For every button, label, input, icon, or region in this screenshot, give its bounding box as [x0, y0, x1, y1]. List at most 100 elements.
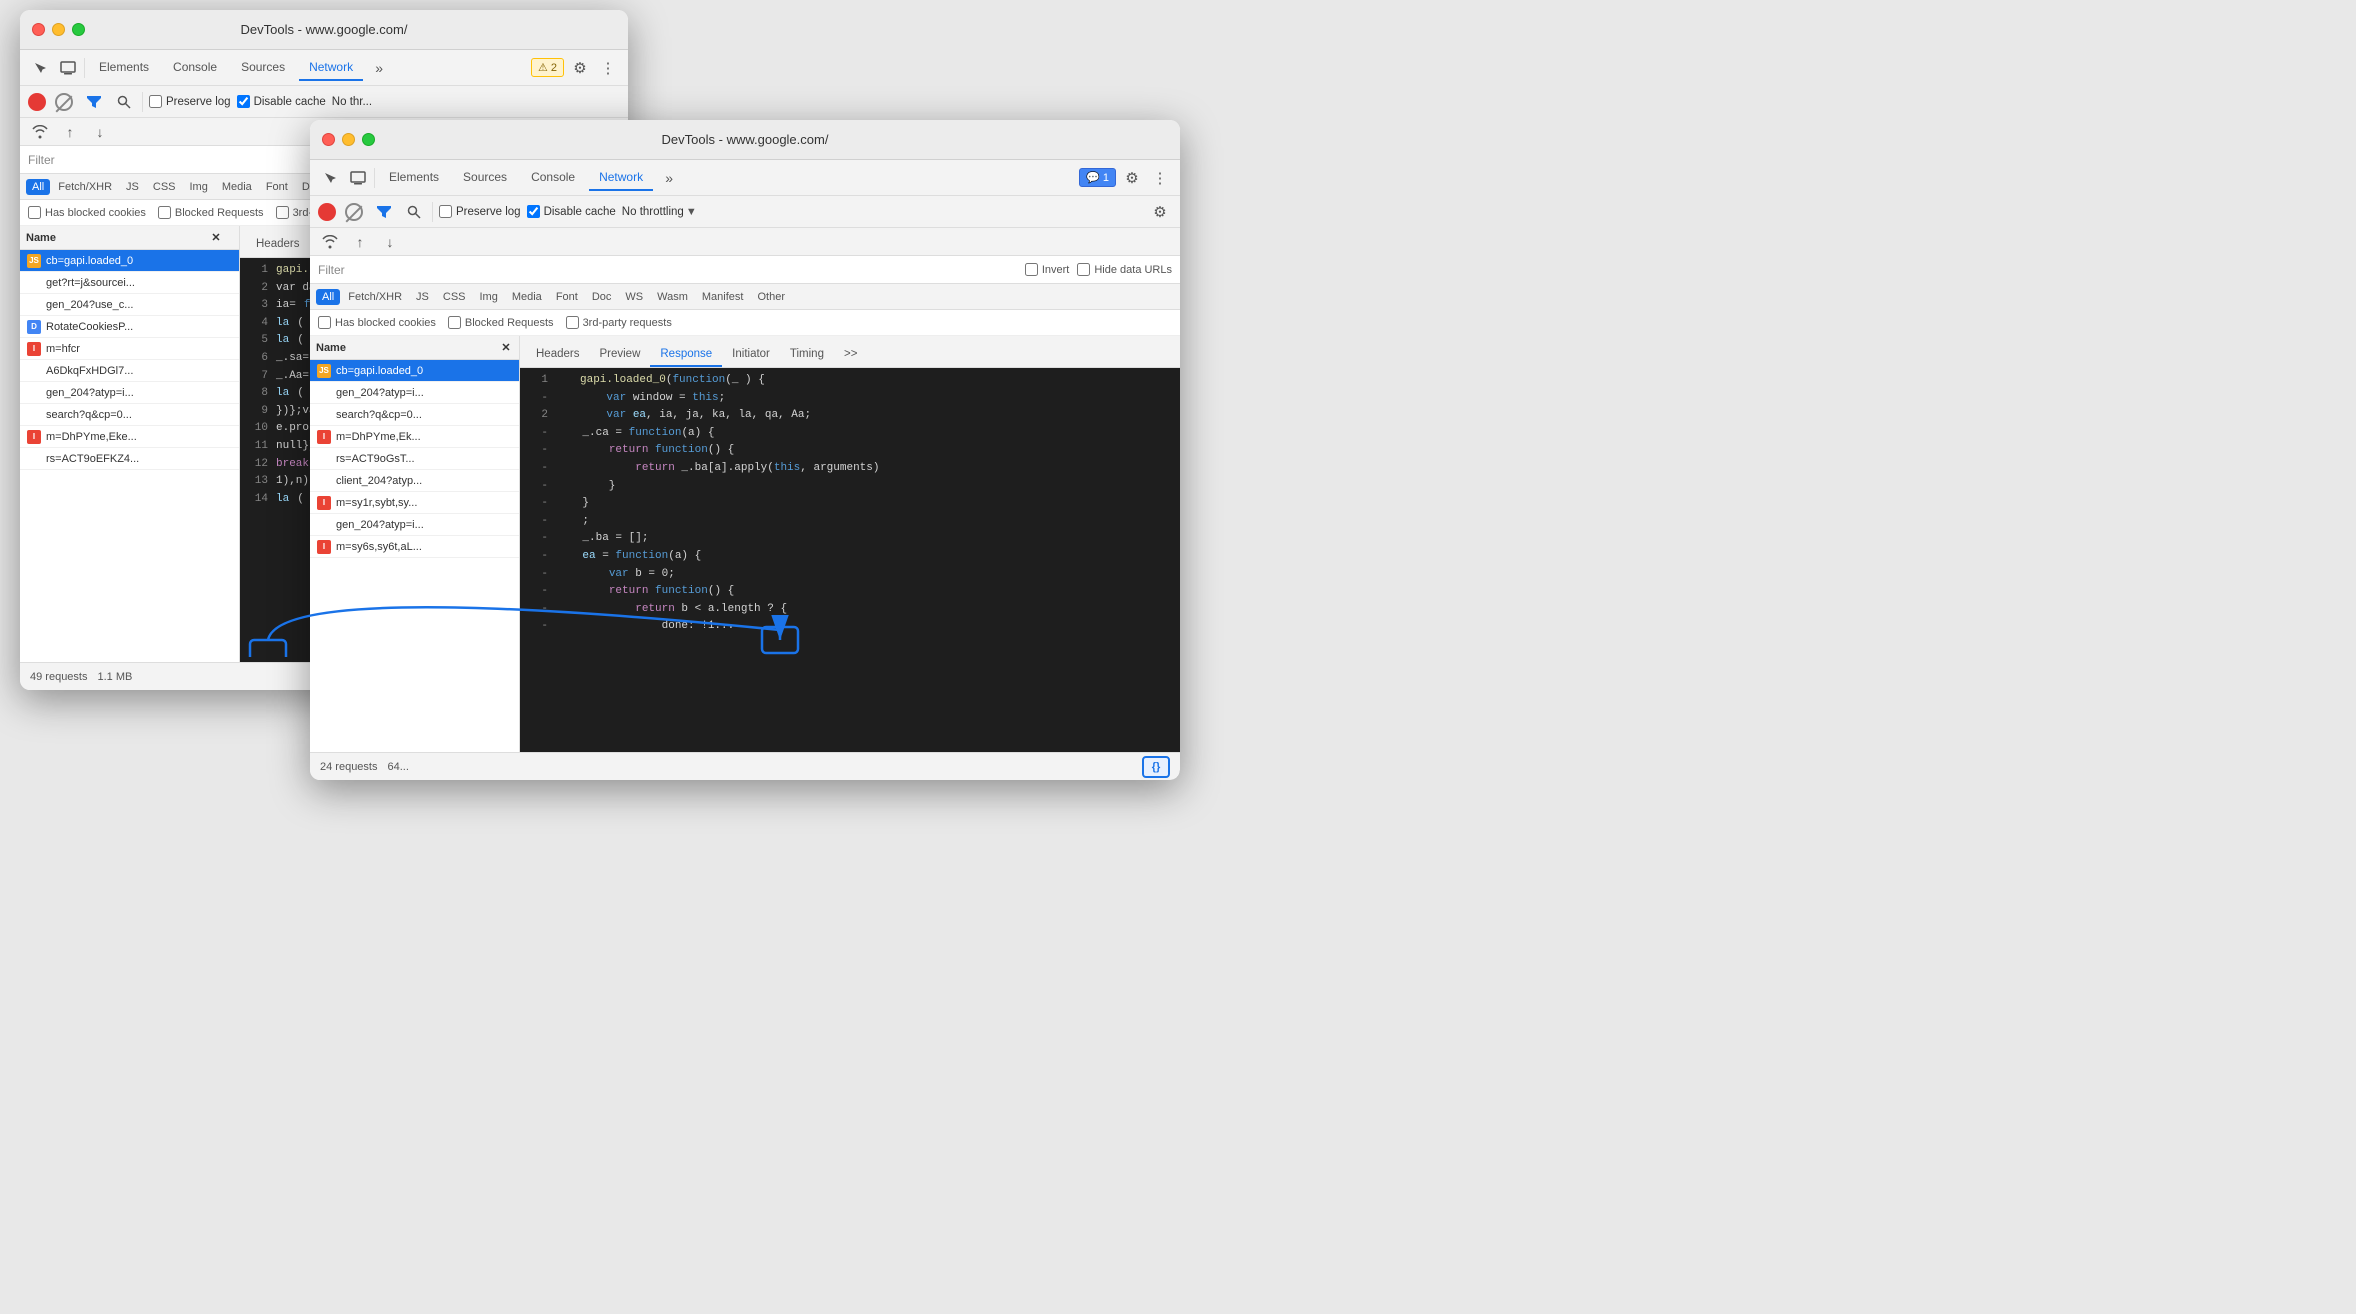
preserve-log-checkbox-back[interactable]	[149, 95, 162, 108]
tab-console-front[interactable]: Console	[521, 165, 585, 191]
blocked-requests-front[interactable]: Blocked Requests	[448, 316, 554, 329]
upload-icon-back[interactable]: ↑	[58, 120, 82, 144]
type-wasm-front[interactable]: Wasm	[651, 289, 694, 305]
blocked-req-cb-back[interactable]	[158, 206, 171, 219]
type-js-front[interactable]: JS	[410, 289, 435, 305]
tab-response-front[interactable]: Response	[650, 343, 722, 367]
tab-headers-back[interactable]: Headers	[246, 233, 309, 257]
tab-sources-back[interactable]: Sources	[231, 55, 295, 81]
type-img-front[interactable]: Img	[474, 289, 504, 305]
close-button-front[interactable]	[322, 133, 335, 146]
type-manifest-front[interactable]: Manifest	[696, 289, 750, 305]
type-js-back[interactable]: JS	[120, 179, 145, 195]
type-css-front[interactable]: CSS	[437, 289, 472, 305]
request-row-2-front[interactable]: search?q&cp=0...	[310, 404, 519, 426]
request-row-0-back[interactable]: JS cb=gapi.loaded_0	[20, 250, 239, 272]
tab-console-back[interactable]: Console	[163, 55, 227, 81]
request-row-1-back[interactable]: get?rt=j&sourcei...	[20, 272, 239, 294]
type-ws-front[interactable]: WS	[619, 289, 649, 305]
has-blocked-cb-front[interactable]	[318, 316, 331, 329]
request-row-6-front[interactable]: I m=sy1r,sybt,sy...	[310, 492, 519, 514]
search-icon-back[interactable]	[112, 90, 136, 114]
filter-input-front[interactable]	[353, 263, 1017, 277]
request-row-5-back[interactable]: A6DkqFxHDGl7...	[20, 360, 239, 382]
more-tabs-back[interactable]: »	[367, 56, 391, 80]
more-menu-back[interactable]: ⋮	[596, 56, 620, 80]
cursor-icon[interactable]	[28, 56, 52, 80]
type-fetch-front[interactable]: Fetch/XHR	[342, 289, 408, 305]
request-row-4-front[interactable]: rs=ACT9oGsT...	[310, 448, 519, 470]
request-row-4-back[interactable]: I m=hfcr	[20, 338, 239, 360]
tab-network-front[interactable]: Network	[589, 165, 653, 191]
wifi-icon-back[interactable]	[28, 120, 52, 144]
type-font-back[interactable]: Font	[260, 179, 294, 195]
third-party-front[interactable]: 3rd-party requests	[566, 316, 672, 329]
third-party-cb-front[interactable]	[566, 316, 579, 329]
request-row-3-back[interactable]: D RotateCookiesP...	[20, 316, 239, 338]
maximize-button-front[interactable]	[362, 133, 375, 146]
type-font-front[interactable]: Font	[550, 289, 584, 305]
close-col-front[interactable]: ✕	[496, 341, 516, 354]
record-button-back[interactable]	[28, 93, 46, 111]
type-fetch-back[interactable]: Fetch/XHR	[52, 179, 118, 195]
request-row-8-back[interactable]: I m=DhPYme,Eke...	[20, 426, 239, 448]
tab-elements-front[interactable]: Elements	[379, 165, 449, 191]
throttle-select-front[interactable]: No throttling ▼	[622, 206, 697, 218]
throttle-select-back[interactable]: No thr...	[332, 96, 372, 108]
more-menu-front[interactable]: ⋮	[1148, 166, 1172, 190]
disable-cache-back[interactable]: Disable cache	[237, 95, 326, 108]
type-media-back[interactable]: Media	[216, 179, 258, 195]
more-tabs-front[interactable]: »	[657, 166, 681, 190]
tab-initiator-front[interactable]: Initiator	[722, 343, 780, 367]
request-row-1-front[interactable]: gen_204?atyp=i...	[310, 382, 519, 404]
request-row-7-front[interactable]: gen_204?atyp=i...	[310, 514, 519, 536]
network-settings-icon[interactable]: ⚙	[1148, 200, 1172, 224]
warning-badge-back[interactable]: ⚠ 2	[531, 58, 564, 77]
type-other-front[interactable]: Other	[751, 289, 791, 305]
request-row-5-front[interactable]: client_204?atyp...	[310, 470, 519, 492]
request-row-8-front[interactable]: I m=sy6s,sy6t,aL...	[310, 536, 519, 558]
filter-icon-back[interactable]	[82, 90, 106, 114]
request-row-2-back[interactable]: gen_204?use_c...	[20, 294, 239, 316]
type-media-front[interactable]: Media	[506, 289, 548, 305]
wifi-icon-front[interactable]	[318, 230, 342, 254]
third-party-cb-back[interactable]	[276, 206, 289, 219]
type-css-back[interactable]: CSS	[147, 179, 182, 195]
upload-icon-front[interactable]: ↑	[348, 230, 372, 254]
type-doc-front[interactable]: Doc	[586, 289, 618, 305]
has-blocked-cookies-back[interactable]: Has blocked cookies	[28, 206, 146, 219]
has-blocked-cookies-front[interactable]: Has blocked cookies	[318, 316, 436, 329]
settings-icon-front[interactable]: ⚙	[1120, 166, 1144, 190]
close-col-back[interactable]: ✕	[206, 231, 226, 244]
record-button-front[interactable]	[318, 203, 336, 221]
settings-icon-back[interactable]: ⚙	[568, 56, 592, 80]
tab-timing-front[interactable]: Timing	[780, 343, 834, 367]
preserve-log-back[interactable]: Preserve log	[149, 95, 231, 108]
disable-cache-checkbox-front[interactable]	[527, 205, 540, 218]
disable-cache-checkbox-back[interactable]	[237, 95, 250, 108]
stop-icon-back[interactable]	[52, 90, 76, 114]
download-icon-front[interactable]: ↓	[378, 230, 402, 254]
invert-label-front[interactable]: Invert	[1025, 263, 1070, 276]
preserve-log-checkbox-front[interactable]	[439, 205, 452, 218]
tab-network-back[interactable]: Network	[299, 55, 363, 81]
stop-icon-front[interactable]	[342, 200, 366, 224]
request-scroll-front[interactable]: JS cb=gapi.loaded_0 gen_204?atyp=i... se…	[310, 360, 519, 780]
request-row-7-back[interactable]: search?q&cp=0...	[20, 404, 239, 426]
filter-icon-front[interactable]	[372, 200, 396, 224]
device-icon[interactable]	[56, 56, 80, 80]
minimize-button-back[interactable]	[52, 23, 65, 36]
blocked-requests-back[interactable]: Blocked Requests	[158, 206, 264, 219]
format-button-front[interactable]: {}	[1142, 756, 1170, 778]
type-img-back[interactable]: Img	[184, 179, 214, 195]
request-row-0-front[interactable]: JS cb=gapi.loaded_0	[310, 360, 519, 382]
request-row-6-back[interactable]: gen_204?atyp=i...	[20, 382, 239, 404]
hide-data-urls-label-front[interactable]: Hide data URLs	[1077, 263, 1172, 276]
request-row-9-back[interactable]: rs=ACT9oEFKZ4...	[20, 448, 239, 470]
minimize-button-front[interactable]	[342, 133, 355, 146]
tab-sources-front[interactable]: Sources	[453, 165, 517, 191]
preserve-log-front[interactable]: Preserve log	[439, 205, 521, 218]
blocked-req-cb-front[interactable]	[448, 316, 461, 329]
type-all-back[interactable]: All	[26, 179, 50, 195]
warning-badge-front[interactable]: 💬 1	[1079, 168, 1116, 187]
